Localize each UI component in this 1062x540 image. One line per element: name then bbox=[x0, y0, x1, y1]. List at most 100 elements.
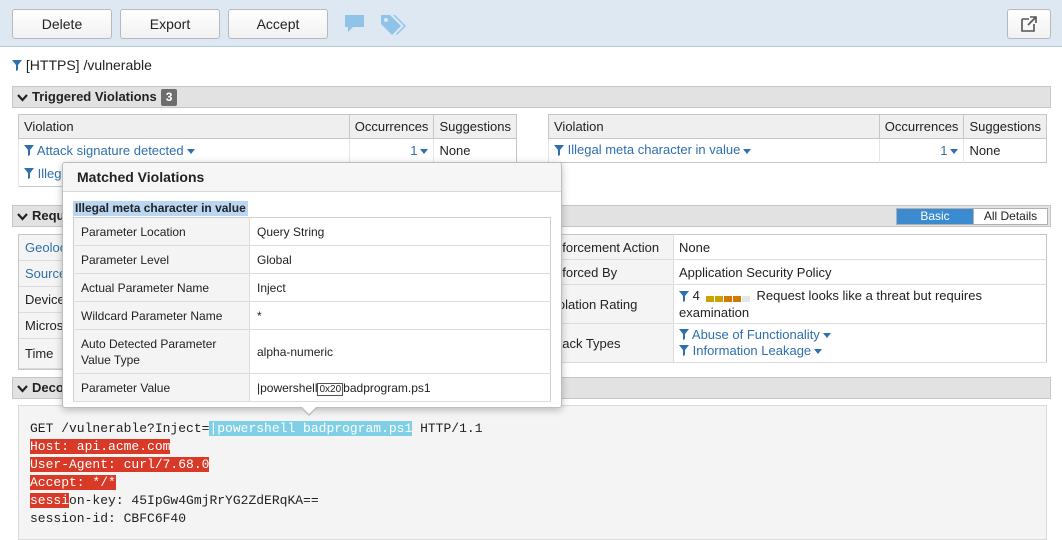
enforcement-action-label: nforcement Action bbox=[549, 234, 674, 260]
external-link-icon bbox=[1020, 16, 1038, 36]
param-value-text: |powershell bbox=[257, 380, 318, 395]
header-line: session-id: CBFC6F40 bbox=[30, 510, 186, 527]
occurrences-value[interactable]: 1 bbox=[410, 143, 417, 158]
detail-label: Wildcard Parameter Name bbox=[73, 301, 250, 330]
filter-icon[interactable] bbox=[12, 58, 22, 74]
chevron-down-icon bbox=[17, 88, 28, 108]
highlighted-header[interactable]: Accept: */* bbox=[30, 475, 116, 490]
col-header-violation[interactable]: Violation bbox=[548, 114, 880, 139]
popup-title: Matched Violations bbox=[63, 163, 561, 192]
highlighted-header[interactable]: Host: api.acme.com bbox=[30, 439, 171, 454]
violation-link[interactable]: Illeg bbox=[38, 166, 62, 181]
decoded-request-body: GET /vulnerable?Inject=|powershell badpr… bbox=[18, 405, 1047, 540]
table-row: Illegal meta character in value 1 None bbox=[548, 138, 1047, 163]
all-details-toggle[interactable]: All Details bbox=[973, 209, 1047, 224]
rating-number: 4 bbox=[692, 288, 700, 304]
attack-types-label: ttack Types bbox=[549, 323, 674, 363]
suggestion-value: None bbox=[963, 138, 1047, 163]
caret-down-icon[interactable] bbox=[420, 149, 429, 155]
code-text: on-key: 45IpGw4GmjRrYG2ZdERqKA== bbox=[69, 493, 319, 508]
detail-label: Actual Parameter Name bbox=[73, 273, 250, 302]
col-header-violation[interactable]: Violation bbox=[18, 114, 350, 139]
enforced-by-label: nforced By bbox=[549, 259, 674, 285]
time-label: Time bbox=[19, 339, 67, 369]
hex-char-badge: 0x20 bbox=[317, 382, 344, 396]
table-row: Auto Detected Parameter Value Type alpha… bbox=[73, 329, 551, 374]
request-details-right: nforcement Action None nforced By Applic… bbox=[549, 234, 1047, 363]
accept-button[interactable]: Accept bbox=[228, 9, 328, 39]
triggered-violations-header[interactable]: Triggered Violations 3 bbox=[12, 86, 1051, 108]
filter-icon[interactable] bbox=[554, 144, 564, 159]
caret-down-icon[interactable] bbox=[186, 148, 195, 154]
highlighted-header[interactable]: User-Agent: curl/7.68.0 bbox=[30, 457, 210, 472]
filter-icon[interactable] bbox=[679, 328, 689, 343]
section-title: Triggered Violations bbox=[32, 89, 157, 104]
violation-link[interactable]: Attack signature detected bbox=[37, 143, 184, 158]
filter-icon[interactable] bbox=[679, 344, 689, 359]
popup-pointer-inner bbox=[301, 406, 317, 414]
caret-down-icon[interactable] bbox=[950, 149, 959, 155]
rating-segment bbox=[706, 295, 715, 302]
source-label[interactable]: Source bbox=[19, 261, 67, 287]
attack-type-link[interactable]: Abuse of Functionality bbox=[692, 327, 820, 342]
request-path: [HTTPS] /vulnerable bbox=[12, 57, 152, 77]
col-header-occurrences[interactable]: Occurrences bbox=[878, 114, 965, 139]
detail-value: Inject bbox=[249, 273, 551, 302]
caret-down-icon[interactable] bbox=[743, 148, 752, 154]
rating-segment bbox=[724, 295, 733, 302]
col-header-suggestions[interactable]: Suggestions bbox=[433, 114, 517, 139]
geolocation-label[interactable]: Geoloc bbox=[19, 235, 67, 261]
comment-icon[interactable] bbox=[343, 13, 367, 38]
highlighted-payload[interactable]: |powershell badprogram.ps1 bbox=[209, 421, 413, 436]
enforced-by-value: Application Security Policy bbox=[673, 259, 1047, 285]
rating-segment bbox=[715, 295, 724, 302]
detail-value: Global bbox=[249, 245, 551, 274]
attack-type-link[interactable]: Information Leakage bbox=[693, 343, 812, 358]
code-text: GET /vulnerable?Inject= bbox=[30, 421, 210, 436]
header-line: Host: api.acme.com bbox=[30, 438, 171, 455]
tags-icon[interactable] bbox=[379, 13, 407, 40]
request-line: GET /vulnerable?Inject=|powershell badpr… bbox=[30, 420, 483, 437]
chevron-down-icon bbox=[17, 207, 28, 227]
detail-toggle: Basic All Details bbox=[896, 208, 1048, 225]
table-row: Actual Parameter Name Inject bbox=[73, 273, 551, 302]
detail-value: * bbox=[249, 301, 551, 330]
caret-down-icon[interactable] bbox=[822, 333, 831, 338]
rating-bar bbox=[706, 290, 751, 305]
violation-rating-label: iolation Rating bbox=[549, 284, 674, 324]
detail-label: Parameter Value bbox=[73, 373, 250, 402]
basic-toggle[interactable]: Basic bbox=[897, 209, 973, 224]
param-value-text: badprogram.ps1 bbox=[343, 380, 431, 395]
header-line: session-key: 45IpGw4GmjRrYG2ZdERqKA== bbox=[30, 492, 319, 509]
section-title: Deco bbox=[32, 380, 64, 395]
col-header-occurrences[interactable]: Occurrences bbox=[348, 114, 435, 139]
rating-segment bbox=[742, 295, 751, 302]
device-label: Device bbox=[19, 287, 67, 313]
highlighted-header[interactable]: sessi bbox=[30, 493, 70, 508]
occurrences-value[interactable]: 1 bbox=[940, 143, 947, 158]
suggestion-value: None bbox=[433, 138, 517, 163]
detail-value: Query String bbox=[249, 217, 551, 246]
export-button[interactable]: Export bbox=[120, 9, 220, 39]
popup-subtitle: Illegal meta character in value bbox=[73, 201, 248, 216]
table-row: Parameter Value |powershell 0x20 badprogra… bbox=[73, 373, 551, 402]
matched-violations-popup: Matched Violations Illegal meta characte… bbox=[62, 162, 562, 408]
request-details-left: Geoloc Source Device Micros Time bbox=[18, 234, 68, 370]
external-link-button[interactable] bbox=[1007, 9, 1051, 39]
violation-link[interactable]: Illegal meta character in value bbox=[568, 142, 741, 157]
chevron-down-icon bbox=[17, 379, 28, 399]
detail-label: Auto Detected Parameter Value Type bbox=[73, 329, 250, 374]
code-text: HTTP/1.1 bbox=[412, 421, 483, 436]
table-row: Wildcard Parameter Name * bbox=[73, 301, 551, 330]
section-title: Requ bbox=[32, 208, 65, 223]
enforcement-action-value: None bbox=[673, 234, 1047, 260]
detail-value: alpha-numeric bbox=[249, 329, 551, 374]
col-header-suggestions[interactable]: Suggestions bbox=[963, 114, 1047, 139]
header-line: User-Agent: curl/7.68.0 bbox=[30, 456, 210, 473]
filter-icon[interactable] bbox=[679, 290, 689, 305]
caret-down-icon[interactable] bbox=[814, 349, 823, 355]
filter-icon[interactable] bbox=[24, 144, 34, 159]
filter-icon[interactable] bbox=[24, 167, 34, 182]
microservice-label: Micros bbox=[19, 313, 67, 339]
delete-button[interactable]: Delete bbox=[12, 9, 112, 39]
